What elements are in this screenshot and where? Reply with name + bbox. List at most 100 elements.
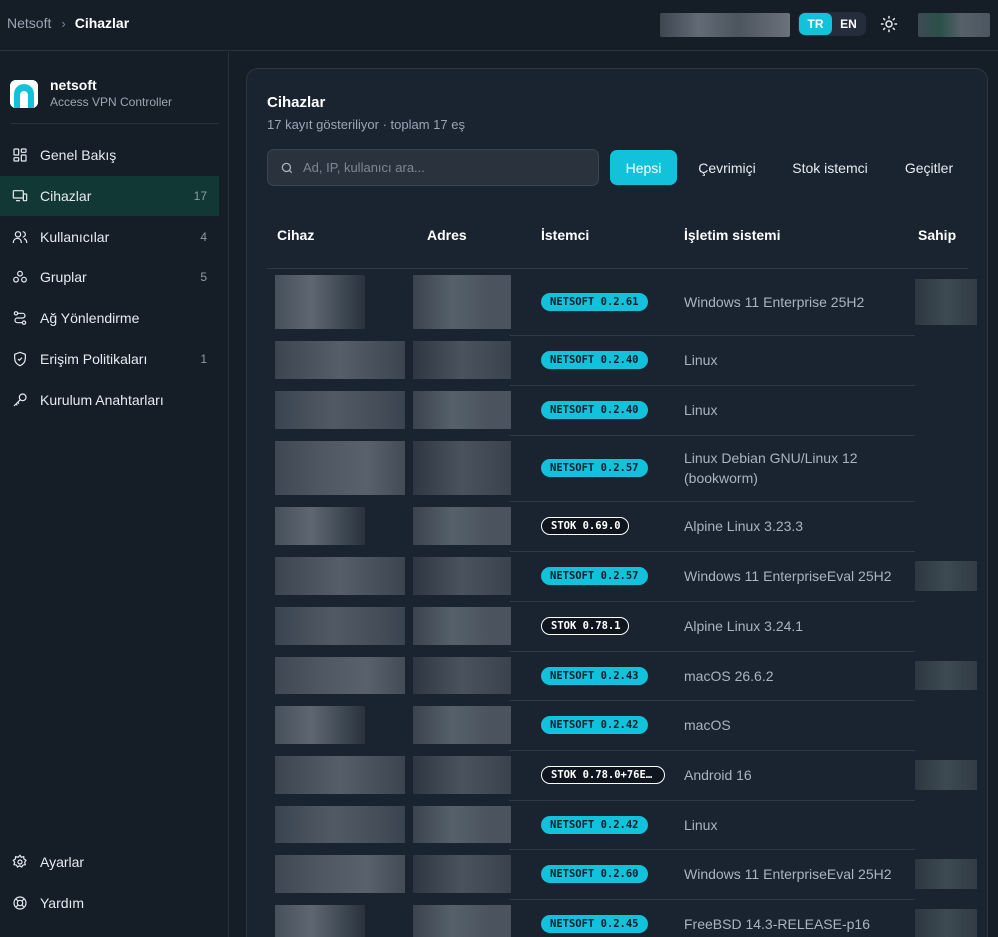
stock-client-badge: STOK 0.78.0+76E… <box>541 766 665 784</box>
os-text: FreeBSD 14.3-RELEASE-p16 <box>684 916 870 932</box>
redacted-device-name <box>275 441 405 495</box>
language-switcher: TR EN <box>798 12 866 36</box>
main-content[interactable]: Cihazlar 17 kayıt gösteriliyor · toplam … <box>230 52 998 937</box>
row-divider <box>509 601 915 602</box>
os-cell: macOS 26.6.2 <box>684 666 914 686</box>
column-header-device[interactable]: Cihaz <box>277 227 314 243</box>
sidebar-item-label: Kurulum Anahtarları <box>40 392 164 408</box>
redacted-user-info <box>660 13 790 37</box>
redacted-device-name <box>275 607 405 645</box>
netsoft-client-badge: NETSOFT 0.2.45 <box>541 915 648 933</box>
redacted-address <box>413 441 511 495</box>
redacted-address <box>413 557 511 595</box>
sidebar-item-kurulum-anahtarlari[interactable]: Kurulum Anahtarları <box>0 380 219 420</box>
row-divider <box>509 501 915 502</box>
redacted-address <box>413 341 511 379</box>
sidebar-item-kullanicilar[interactable]: Kullanıcılar 4 <box>0 217 219 257</box>
sidebar-item-genel-bakis[interactable]: Genel Bakış <box>0 135 219 175</box>
os-cell: Android 16 <box>684 765 914 785</box>
search-icon <box>281 162 293 173</box>
sidebar-item-gruplar[interactable]: Gruplar 5 <box>0 257 219 297</box>
os-text: Linux <box>684 402 718 418</box>
filter-stock-client-button[interactable]: Stok istemci <box>779 150 881 185</box>
netsoft-client-badge: NETSOFT 0.2.40 <box>541 351 648 369</box>
sidebar-item-label: Yardım <box>40 895 85 911</box>
filter-online-button[interactable]: Çevrimiçi <box>688 150 766 185</box>
search-input[interactable] <box>303 160 583 175</box>
sidebar-item-count: 17 <box>193 189 207 203</box>
redacted-device-name <box>275 855 405 893</box>
redacted-device-name <box>275 557 405 595</box>
os-cell: Linux <box>684 400 914 420</box>
os-cell: FreeBSD 14.3-RELEASE-p16 <box>684 914 914 934</box>
os-cell: Linux <box>684 815 914 835</box>
os-text: Alpine Linux 3.23.3 <box>684 518 804 534</box>
sidebar-item-count: 4 <box>200 230 207 244</box>
redacted-device-name <box>275 905 365 937</box>
os-cell: Linux Debian GNU/Linux 12 (bookworm) <box>684 448 914 488</box>
redacted-device-name <box>275 507 365 545</box>
brand-subtitle: Access VPN Controller <box>50 95 173 109</box>
redacted-address <box>413 905 511 937</box>
brand[interactable]: netsoft Access VPN Controller <box>10 77 172 110</box>
redacted-owner <box>915 760 977 790</box>
redacted-address <box>413 507 511 545</box>
row-divider <box>509 800 915 801</box>
filter-gateways-button[interactable]: Geçitler <box>893 150 965 185</box>
redacted-device-name <box>275 806 405 843</box>
row-divider <box>509 385 915 386</box>
sidebar-item-ayarlar[interactable]: Ayarlar <box>0 842 219 882</box>
netsoft-client-badge: NETSOFT 0.2.42 <box>541 716 648 734</box>
redacted-device-name <box>275 657 405 694</box>
row-divider <box>509 849 915 850</box>
redacted-device-name <box>275 275 365 329</box>
netsoft-client-badge: NETSOFT 0.2.57 <box>541 459 648 477</box>
netsoft-client-badge: NETSOFT 0.2.40 <box>541 401 648 419</box>
column-header-address[interactable]: Adres <box>427 227 467 243</box>
sidebar-item-label: Gruplar <box>40 269 87 285</box>
os-cell: Alpine Linux 3.23.3 <box>684 516 914 536</box>
sidebar-item-cihazlar[interactable]: Cihazlar 17 <box>0 176 219 216</box>
sidebar-item-label: Cihazlar <box>40 188 92 204</box>
page-subtitle: 17 kayıt gösteriliyor · toplam 17 eş <box>267 117 465 132</box>
redacted-device-name <box>275 706 365 744</box>
os-text: Android 16 <box>684 767 752 783</box>
users-icon <box>12 231 28 243</box>
row-divider <box>509 551 915 552</box>
sidebar-item-erisim-politikalari[interactable]: Erişim Politikaları 1 <box>0 339 219 379</box>
filter-all-button[interactable]: Hepsi <box>610 150 677 185</box>
os-text: macOS <box>684 717 731 733</box>
sidebar-item-yardim[interactable]: Yardım <box>0 883 219 923</box>
os-text: Windows 11 Enterprise 25H2 <box>684 294 865 310</box>
sidebar-item-ag-yonlendirme[interactable]: Ağ Yönlendirme <box>0 298 219 338</box>
redacted-owner <box>915 909 977 937</box>
row-divider <box>509 651 915 652</box>
row-divider <box>509 899 915 900</box>
redacted-device-name <box>275 341 405 379</box>
column-header-owner[interactable]: Sahip <box>918 227 956 243</box>
lang-en-button[interactable]: EN <box>832 13 865 35</box>
redacted-owner <box>915 661 977 690</box>
search-box[interactable] <box>267 149 599 186</box>
column-header-client[interactable]: İstemci <box>541 227 589 243</box>
chevron-right-icon: › <box>61 15 66 31</box>
redacted-address <box>413 275 511 329</box>
column-header-os[interactable]: İşletim sistemi <box>684 227 781 243</box>
sidebar-item-label: Genel Bakış <box>40 147 117 163</box>
netsoft-client-badge: NETSOFT 0.2.57 <box>541 567 648 585</box>
key-icon <box>13 393 27 407</box>
theme-toggle-sun-icon[interactable] <box>880 15 898 33</box>
redacted-address <box>413 756 511 794</box>
os-text: Alpine Linux 3.24.1 <box>684 618 804 634</box>
breadcrumb-root[interactable]: Netsoft <box>7 15 51 31</box>
sidebar-item-label: Kullanıcılar <box>40 229 110 245</box>
redacted-address <box>413 657 511 694</box>
lang-tr-button[interactable]: TR <box>799 13 832 35</box>
redacted-avatar[interactable] <box>918 13 990 37</box>
redacted-address <box>413 607 511 645</box>
netsoft-client-badge: NETSOFT 0.2.61 <box>541 293 648 311</box>
redacted-address <box>413 806 511 843</box>
dashboard-icon <box>13 148 27 162</box>
row-divider <box>509 750 915 751</box>
sidebar-item-label: Ayarlar <box>40 854 85 870</box>
